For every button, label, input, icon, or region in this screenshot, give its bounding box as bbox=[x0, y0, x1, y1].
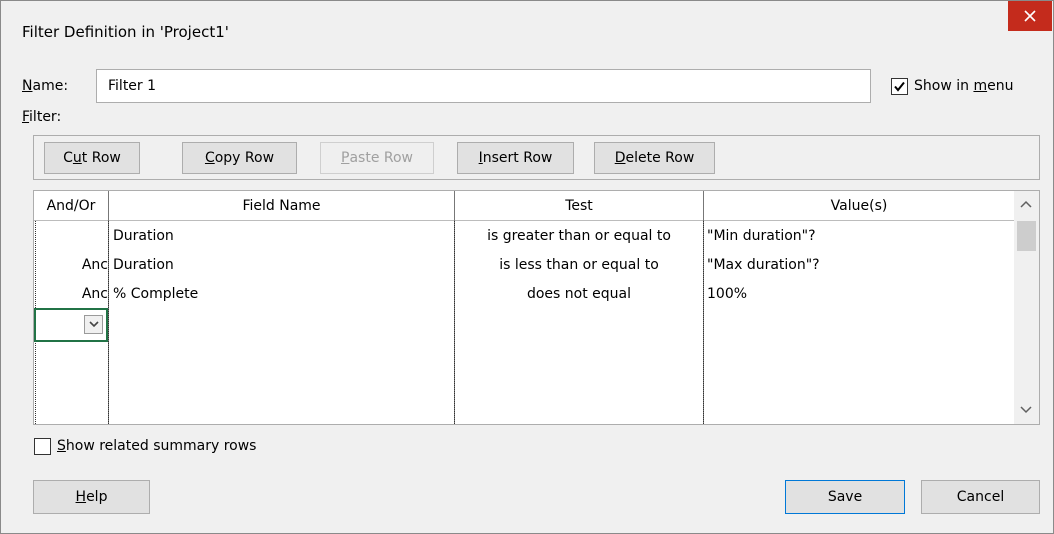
row1-andor[interactable] bbox=[34, 222, 106, 251]
row2-field[interactable]: Duration bbox=[113, 251, 451, 280]
paste-row-button[interactable]: Paste Row bbox=[320, 142, 434, 174]
andor-dropdown-button[interactable] bbox=[84, 315, 103, 334]
filter-definition-dialog: Filter Definition in 'Project1' Name: Fi… bbox=[0, 0, 1054, 534]
save-button[interactable]: Save bbox=[785, 480, 905, 514]
checkmark-icon bbox=[894, 81, 905, 92]
row1-field[interactable]: Duration bbox=[113, 222, 451, 251]
row2-test[interactable]: is less than or equal to bbox=[455, 251, 703, 280]
row2-andor[interactable]: Anc bbox=[34, 251, 108, 280]
filter-label: Filter: bbox=[22, 109, 62, 125]
insert-row-button[interactable]: Insert Row bbox=[457, 142, 574, 174]
scrollbar-thumb[interactable] bbox=[1017, 221, 1036, 251]
row3-test[interactable]: does not equal bbox=[455, 280, 703, 309]
cancel-button[interactable]: Cancel bbox=[921, 480, 1040, 514]
row3-andor[interactable]: Anc bbox=[34, 280, 108, 309]
show-in-menu-checkbox[interactable] bbox=[891, 78, 908, 95]
column-header-values[interactable]: Value(s) bbox=[704, 191, 1014, 221]
show-in-menu-label[interactable]: Show in menu bbox=[914, 78, 1013, 94]
show-related-summary-label[interactable]: Show related summary rows bbox=[57, 438, 256, 454]
close-button[interactable] bbox=[1008, 1, 1052, 31]
window-title: Filter Definition in 'Project1' bbox=[22, 23, 229, 41]
copy-row-button[interactable]: Copy Row bbox=[182, 142, 297, 174]
column-header-test[interactable]: Test bbox=[455, 191, 703, 221]
row-toolbar: Cut Row Copy Row Paste Row Insert Row De… bbox=[33, 135, 1040, 180]
title-bar: Filter Definition in 'Project1' bbox=[1, 1, 1053, 57]
row3-field[interactable]: % Complete bbox=[113, 280, 451, 309]
dropdown-chevron-icon bbox=[88, 321, 99, 328]
close-icon bbox=[1024, 10, 1036, 22]
help-button[interactable]: Help bbox=[33, 480, 150, 514]
show-related-summary-checkbox[interactable] bbox=[34, 438, 51, 455]
scroll-down-icon[interactable] bbox=[1020, 406, 1032, 414]
delete-row-button[interactable]: Delete Row bbox=[594, 142, 715, 174]
row1-test[interactable]: is greater than or equal to bbox=[455, 222, 703, 251]
column-header-andor[interactable]: And/Or bbox=[34, 191, 108, 221]
vertical-scrollbar[interactable] bbox=[1014, 191, 1039, 424]
column-divider bbox=[108, 221, 109, 424]
row2-value[interactable]: "Max duration"? bbox=[707, 251, 1007, 280]
cut-row-button[interactable]: Cut Row bbox=[44, 142, 140, 174]
column-divider bbox=[703, 221, 704, 424]
row3-value[interactable]: 100% bbox=[707, 280, 1007, 309]
column-header-field-name[interactable]: Field Name bbox=[109, 191, 454, 221]
name-label: Name: bbox=[22, 78, 69, 94]
scroll-up-icon[interactable] bbox=[1020, 200, 1032, 208]
filter-grid[interactable]: And/Or Field Name Test Value(s) Duration… bbox=[33, 190, 1040, 425]
row1-value[interactable]: "Min duration"? bbox=[707, 222, 1007, 251]
andor-selected-cell[interactable] bbox=[34, 308, 108, 342]
name-input[interactable]: Filter 1 bbox=[96, 69, 871, 103]
